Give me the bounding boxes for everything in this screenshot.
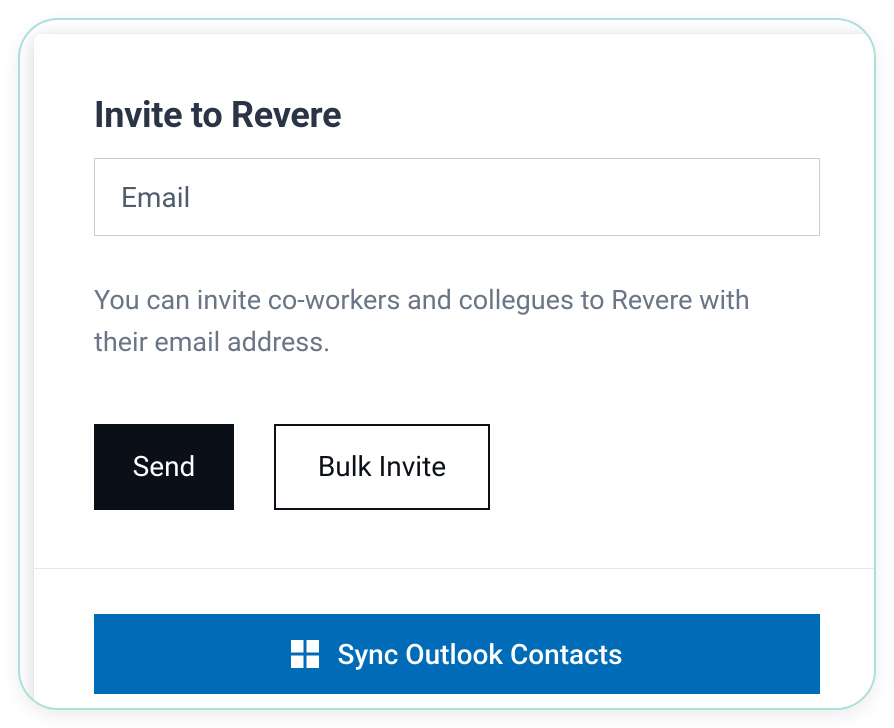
divider bbox=[34, 568, 876, 569]
microsoft-icon bbox=[291, 640, 319, 668]
button-row: Send Bulk Invite bbox=[94, 424, 820, 510]
email-field[interactable] bbox=[94, 158, 820, 236]
sync-section: Sync Outlook Contacts bbox=[94, 614, 820, 694]
send-button[interactable]: Send bbox=[94, 424, 234, 510]
sync-outlook-label: Sync Outlook Contacts bbox=[337, 638, 622, 671]
invite-frame: Invite to Revere You can invite co-worke… bbox=[18, 18, 876, 710]
page-title: Invite to Revere bbox=[94, 94, 820, 136]
sync-outlook-button[interactable]: Sync Outlook Contacts bbox=[94, 614, 820, 694]
invite-card: Invite to Revere You can invite co-worke… bbox=[34, 34, 876, 710]
bulk-invite-button[interactable]: Bulk Invite bbox=[274, 424, 490, 510]
help-text: You can invite co-workers and collegues … bbox=[94, 280, 794, 364]
card-body: Invite to Revere You can invite co-worke… bbox=[34, 34, 876, 510]
